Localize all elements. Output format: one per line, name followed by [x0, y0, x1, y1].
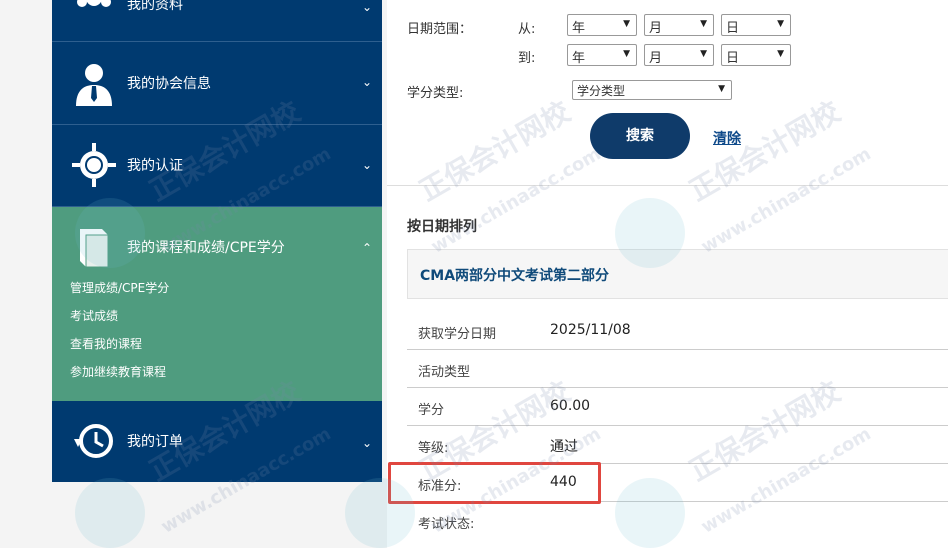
chevron-down-icon: ▼ [700, 49, 707, 59]
chevron-down-icon: ▼ [777, 19, 784, 29]
select-value: 月 [649, 21, 663, 36]
person-tie-icon [76, 64, 112, 106]
chevron-down-icon: ▼ [777, 49, 784, 59]
to-label: 到: [518, 51, 536, 66]
sidebar-item-orders[interactable]: 我的订单 ⌄ [52, 401, 382, 482]
sidebar-item-certification[interactable]: 我的认证 ⌄ [52, 125, 382, 207]
course-header: CMA两部分中文考试第二部分 [407, 249, 948, 299]
watermark-logo [615, 478, 685, 548]
chevron-down-icon[interactable]: ⌄ [362, 436, 372, 450]
chevron-down-icon[interactable]: ⌄ [362, 75, 372, 89]
select-value: 日 [726, 51, 740, 66]
history-clock-icon [74, 424, 113, 458]
chevron-down-icon: ▼ [700, 19, 707, 29]
watermark-logo [345, 478, 415, 548]
select-value: 日 [726, 21, 740, 36]
clear-link[interactable]: 清除 [713, 128, 741, 148]
row-value: 2025/11/08 [550, 322, 631, 338]
search-button[interactable]: 搜索 [590, 113, 690, 159]
to-day-select[interactable]: 日 ▼ [721, 44, 791, 66]
chevron-down-icon: ▼ [623, 19, 630, 29]
sidebar-item-label: 我的认证 [127, 158, 183, 174]
date-range-label: 日期范围： [407, 22, 473, 37]
sidebar-item-profile[interactable]: 我的资料 ⌄ [52, 0, 382, 42]
from-label: 从: [518, 22, 536, 37]
chevron-up-icon[interactable]: ⌃ [362, 241, 372, 255]
chevron-down-icon[interactable]: ⌄ [362, 158, 372, 172]
detail-row: 学分 60.00 [407, 388, 948, 426]
user-group-icon [77, 0, 111, 7]
from-day-select[interactable]: 日 ▼ [721, 14, 791, 36]
credit-type-select[interactable]: 学分类型 ▼ [572, 80, 732, 100]
detail-row: 获取学分日期 2025/11/08 [407, 312, 948, 350]
watermark-logo [75, 478, 145, 548]
sidebar-item-label: 我的资料 [127, 0, 183, 13]
chevron-down-icon[interactable]: ⌄ [362, 0, 372, 14]
detail-row: 等级: 通过 [407, 426, 948, 464]
to-month-select[interactable]: 月 ▼ [644, 44, 714, 66]
sub-item-exam-scores[interactable]: 考试成绩 [70, 307, 118, 324]
row-value: 60.00 [550, 398, 591, 414]
highlight-box [388, 462, 601, 504]
sidebar-item-association[interactable]: 我的协会信息 ⌄ [52, 42, 382, 125]
chevron-down-icon: ▼ [718, 84, 725, 94]
divider [387, 185, 948, 186]
watermark-logo [75, 198, 145, 268]
sub-item-join-courses[interactable]: 参加继续教育课程 [70, 363, 166, 380]
row-key: 学分 [418, 403, 445, 418]
row-key: 获取学分日期 [418, 327, 497, 342]
course-title: CMA两部分中文考试第二部分 [420, 268, 610, 284]
sub-item-manage-scores[interactable]: 管理成绩/CPE学分 [70, 279, 169, 296]
detail-row: 活动类型 [407, 350, 948, 388]
row-key: 等级: [418, 441, 449, 456]
chevron-down-icon: ▼ [623, 49, 630, 59]
to-year-select[interactable]: 年 ▼ [567, 44, 637, 66]
from-month-select[interactable]: 月 ▼ [644, 14, 714, 36]
section-title: 按日期排列 [407, 219, 477, 235]
select-value: 学分类型 [577, 84, 626, 98]
sidebar-item-label: 我的订单 [127, 434, 183, 450]
sidebar-item-label: 我的协会信息 [127, 76, 211, 92]
select-value: 月 [649, 51, 663, 66]
row-key: 活动类型 [418, 365, 471, 380]
sun-badge-icon [72, 143, 116, 187]
sidebar-item-label: 我的课程和成绩/CPE学分 [127, 240, 285, 256]
select-value: 年 [572, 51, 586, 66]
credit-type-label: 学分类型: [407, 86, 464, 101]
row-key: 考试状态: [418, 517, 475, 532]
watermark-logo [615, 198, 685, 268]
sub-item-view-courses[interactable]: 查看我的课程 [70, 335, 142, 352]
from-year-select[interactable]: 年 ▼ [567, 14, 637, 36]
select-value: 年 [572, 21, 586, 36]
row-value: 通过 [550, 439, 578, 455]
